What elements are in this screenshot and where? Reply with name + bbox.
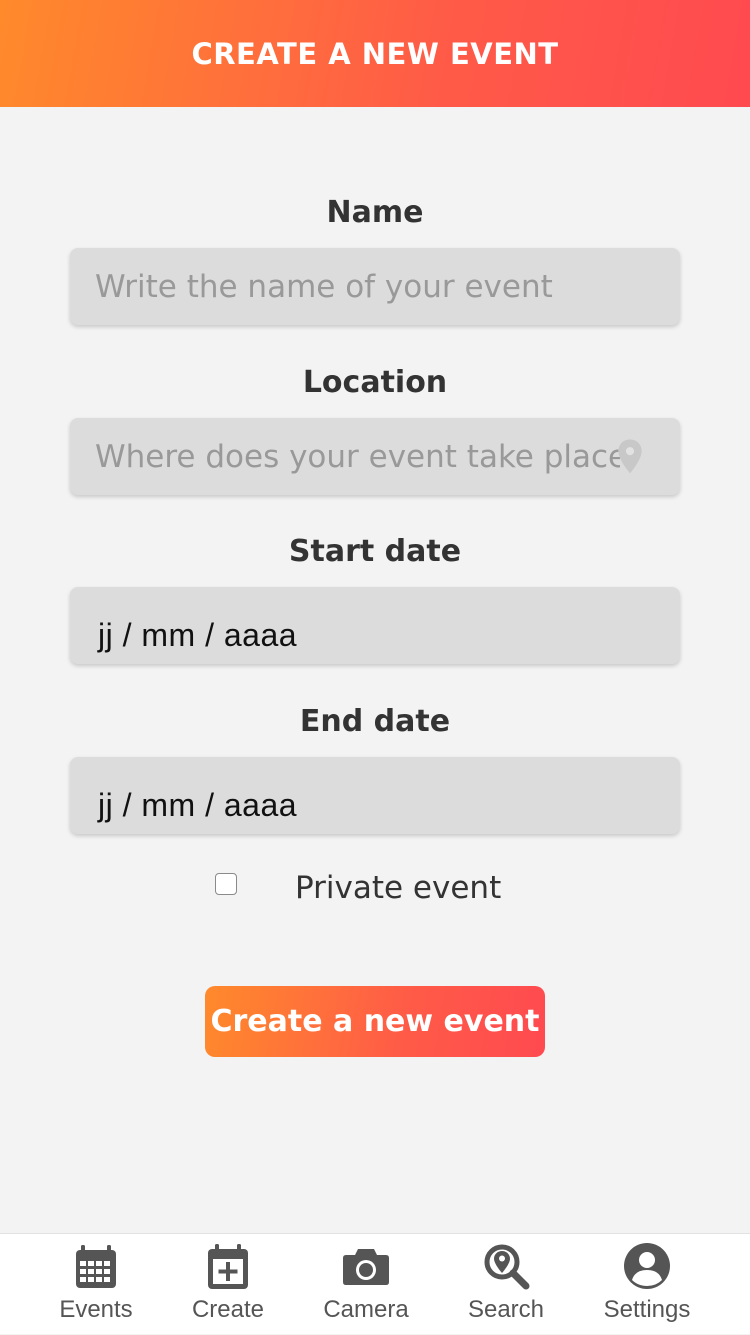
start-date-label: Start date [288,534,462,569]
nav-label-create: Create [191,1296,265,1323]
nav-item-settings[interactable]: Settings [572,1234,722,1335]
end-date-label: End date [299,704,451,739]
nav-item-create[interactable]: Create [153,1234,303,1335]
nav-label-camera: Camera [323,1296,409,1323]
create-event-button[interactable]: Create a new event [205,986,545,1057]
location-pin-icon [618,439,642,474]
location-input[interactable] [70,418,680,495]
private-event-label[interactable]: Private event [295,870,501,906]
start-date-value: jj / mm / aaaa [98,617,298,653]
private-event-checkbox[interactable] [215,873,237,895]
bottom-nav: Events Create Camera Search Settings [0,1233,750,1334]
nav-label-settings: Settings [603,1296,691,1323]
nav-item-camera[interactable]: Camera [291,1234,441,1335]
location-label: Location [302,365,448,400]
user-circle-icon [624,1243,670,1289]
page-title: CREATE A NEW EVENT [191,36,559,71]
calendar-plus-icon [208,1244,248,1289]
header-bar: CREATE A NEW EVENT [0,0,750,107]
create-event-button-label: Create a new event [210,1004,540,1039]
location-field-container [70,418,680,495]
calendar-grid-icon [76,1245,116,1288]
nav-label-search: Search [467,1296,545,1323]
end-date-value: jj / mm / aaaa [98,787,298,823]
search-location-icon [484,1244,530,1290]
name-label: Name [326,195,424,230]
nav-label-events: Events [59,1296,133,1323]
start-date-input[interactable]: jj / mm / aaaa [70,587,680,664]
name-input[interactable] [70,248,680,325]
camera-icon [343,1249,389,1285]
name-field-container [70,248,680,325]
nav-item-search[interactable]: Search [431,1234,581,1335]
nav-item-events[interactable]: Events [21,1234,171,1335]
end-date-input[interactable]: jj / mm / aaaa [70,757,680,834]
